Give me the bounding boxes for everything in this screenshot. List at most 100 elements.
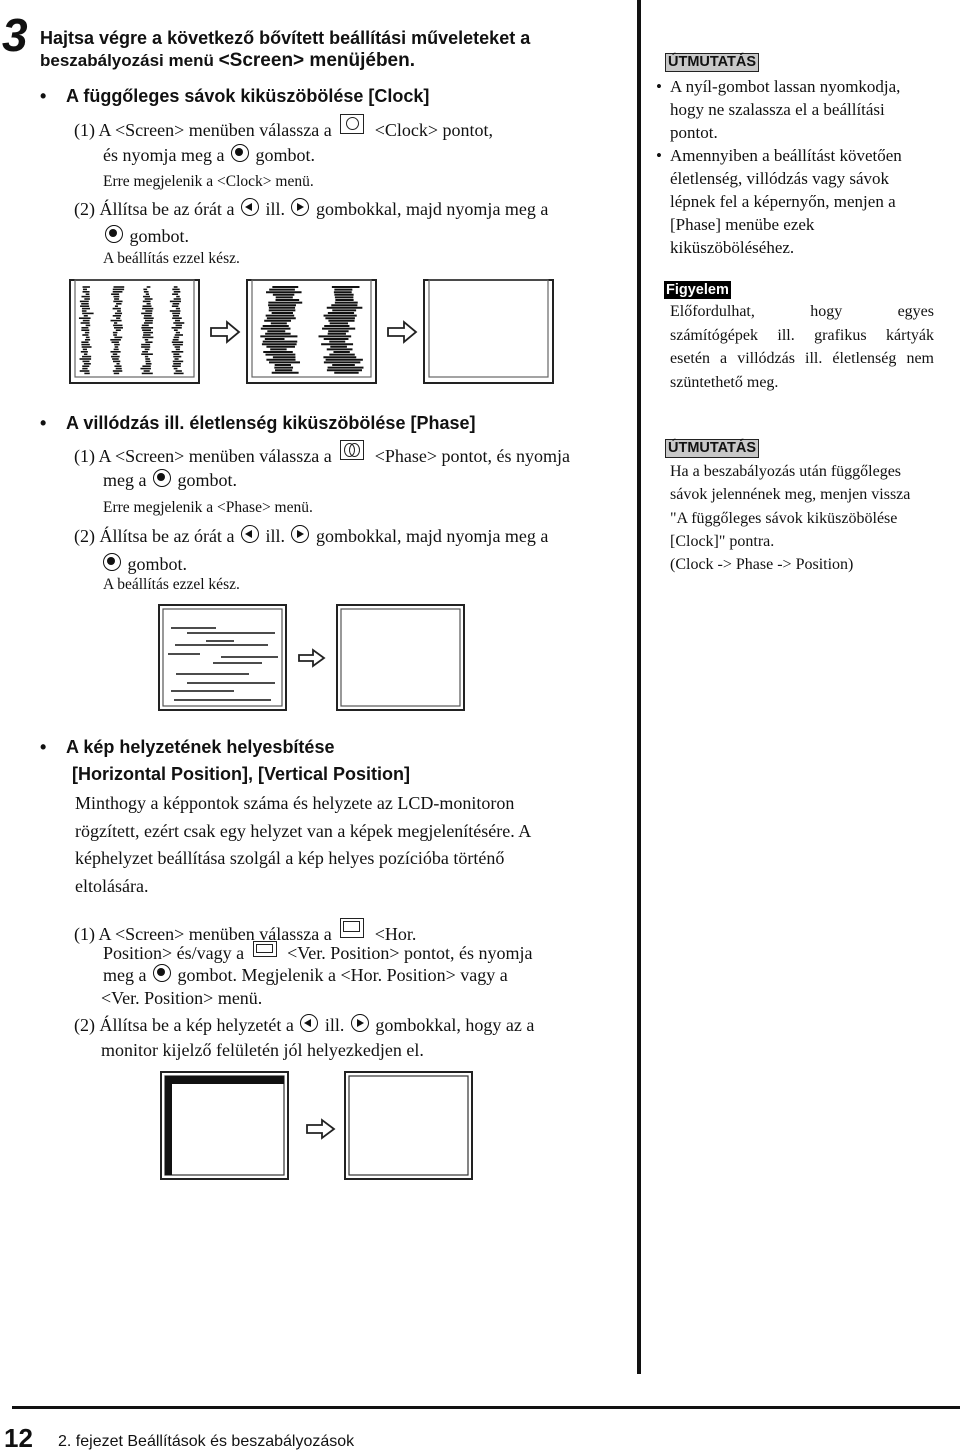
tip-line: Amennyiben a beállítást követően: [670, 146, 902, 165]
phase-step2-line2: gombot.: [101, 552, 187, 576]
chapter-title: 2. fejezet Beállítások és beszabályozáso…: [58, 1433, 355, 1450]
clock-step2: (2) Állítsa be az órát a ill. gombokkal,…: [74, 197, 548, 221]
bullet: •: [40, 737, 47, 757]
warning-line: Előfordulhat, hogy egyes: [670, 303, 934, 320]
clock-step2-text: (2) Állítsa be az órát a: [74, 199, 235, 219]
offset-image-screen: [160, 1071, 289, 1180]
warning-line: szüntethető meg.: [670, 373, 779, 391]
enter-button-icon: [152, 469, 171, 487]
clean-screen: [344, 1071, 473, 1180]
enter-button-icon: [103, 553, 121, 571]
paragraph-line: rögzített, ezért csak egy helyzet van a …: [75, 820, 532, 841]
position-heading-2: [Horizontal Position], [Vertical Positio…: [72, 764, 411, 784]
column-divider: [637, 0, 641, 1374]
wavy-bands-screen: [246, 279, 377, 384]
clock-step1-line2-suffix: gombot.: [255, 145, 315, 165]
position-illustration: [160, 1071, 473, 1180]
tip-label: ÚTMUTATÁS: [665, 439, 760, 458]
tip-line: (Clock -> Phase -> Position): [670, 556, 854, 574]
position-step2-mid: ill.: [324, 1015, 345, 1035]
tip-line: [Clock]" pontra.: [670, 532, 775, 550]
tip1-content: • A nyíl-gombot lassan nyomkodja, hogy n…: [656, 75, 946, 259]
flicker-lines-screen: [158, 604, 287, 711]
page-number: 12: [4, 1423, 33, 1453]
tip2-content: Ha a beszabályozás után függőleges sávok…: [670, 460, 910, 576]
position-step2-text: (2) Állítsa be a kép helyzetét a: [74, 1015, 294, 1035]
phase-heading: A villódzás ill. életlenség kiküszöbölés…: [66, 413, 476, 433]
arrow-icon: [210, 320, 241, 344]
tip-line: "A függőleges sávok kiküszöbölése: [670, 509, 898, 527]
phase-step1-line2-suffix: gombot.: [177, 470, 237, 490]
paragraph-line: Minthogy a képpontok száma és helyzete a…: [75, 793, 515, 813]
tip-line: pontot.: [670, 123, 718, 142]
clock-step2-suffix: gombokkal, majd nyomja meg a: [315, 199, 549, 219]
tip-line: A nyíl-gombot lassan nyomkodja,: [670, 77, 901, 96]
step-title: Hajtsa végre a következő bővített beállí…: [40, 28, 531, 48]
clock-step1-note: Erre megjelenik a <Clock> menü.: [103, 173, 314, 190]
enter-button-icon: [152, 964, 171, 982]
clock-step2-mid: ill.: [265, 199, 285, 219]
hor-position-menu-icon: [340, 918, 365, 938]
position-step1-line2: Position> és/vagy a <Ver. Position> pont…: [103, 941, 532, 965]
phase-illustration: [158, 604, 465, 711]
phase-step1-line2-text: meg a: [103, 470, 147, 490]
step-number: 3: [2, 9, 28, 61]
phase-step1-note: Erre megjelenik a <Phase> menü.: [103, 499, 313, 516]
phase-step1-line2: meg a gombot.: [103, 468, 237, 492]
position-paragraph: Minthogy a képpontok száma és helyzete a…: [75, 790, 531, 900]
position-step1-line3: meg a gombot. Megjelenik a <Hor. Positio…: [103, 963, 508, 987]
clock-step1-line2-text: és nyomja meg a: [103, 145, 225, 165]
warning-badge: Figyelem: [664, 281, 731, 299]
right-button-icon: [350, 1014, 369, 1032]
paragraph-line: eltolására.: [75, 875, 149, 896]
right-button-icon: [291, 198, 310, 216]
left-button-icon: [240, 198, 259, 216]
clock-step1-line2: és nyomja meg a gombot.: [103, 143, 315, 167]
phase-step1-suffix: <Phase> pontot, és nyomja: [374, 446, 571, 466]
step-subtitle: beszabályozási menü <Screen> menüjében.: [40, 50, 415, 72]
clock-step1-text: (1) A <Screen> menüben válassza a: [74, 120, 332, 140]
tip-line: [Phase] menübe ezek: [670, 215, 815, 234]
phase-step2-line2-text: gombot.: [127, 554, 188, 574]
ver-position-menu-icon: [252, 941, 277, 957]
clean-screen: [423, 279, 554, 384]
bullet-dot: •: [656, 146, 662, 165]
position-step1-line3-suffix: gombot. Megjelenik a <Hor. Position> vag…: [177, 965, 508, 985]
arrow-icon: [387, 320, 418, 344]
clock-menu-icon: [340, 114, 365, 134]
position-heading: A kép helyzetének helyesbítése: [66, 737, 335, 757]
phase-step2: (2) Állítsa be az órát a ill. gombokkal,…: [74, 524, 548, 548]
clean-screen: [336, 604, 465, 711]
tip-line: hogy ne szalassza el a beállítási: [670, 100, 885, 119]
bullet-dot: •: [656, 77, 662, 96]
paragraph-line: képhelyzet beállítása szolgál a kép hely…: [75, 848, 505, 868]
phase-step2-mid: ill.: [265, 526, 285, 546]
footer-rule: [12, 1406, 960, 1409]
phase-done: A beállítás ezzel kész.: [103, 576, 240, 593]
position-step1-line3-text: meg a: [103, 965, 147, 985]
bullet: •: [40, 413, 47, 433]
step-subtitle-suffix: <Screen> menüjében.: [218, 50, 415, 71]
right-button-icon: [291, 525, 310, 543]
position-step2: (2) Állítsa be a kép helyzetét a ill. go…: [74, 1013, 534, 1037]
vertical-bands-screen: [69, 279, 200, 384]
tip-line: életlenség, villódzás vagy sávok: [670, 169, 890, 188]
phase-step1: (1) A <Screen> menüben válassza a <Phase…: [74, 440, 570, 468]
tip1-bullet: • A nyíl-gombot lassan nyomkodja, hogy n…: [656, 75, 946, 144]
position-step1-line4: <Ver. Position> menü.: [101, 988, 263, 1008]
warning-content: Előfordulhat, hogy egyes számítógépek il…: [670, 300, 934, 394]
clock-step1: (1) A <Screen> menüben válassza a <Clock…: [74, 114, 493, 142]
clock-heading: A függőleges sávok kiküszöbölése [Clock]: [66, 86, 430, 106]
position-step2-suffix: gombokkal, hogy az a: [375, 1015, 535, 1035]
tip-badge: ÚTMUTATÁS: [665, 439, 760, 458]
left-button-icon: [240, 525, 259, 543]
tip1-bullet: • Amennyiben a beállítást követően életl…: [656, 144, 946, 259]
position-step2-line2: monitor kijelző felületén jól helyezkedj…: [101, 1040, 424, 1060]
phase-step2-suffix: gombokkal, majd nyomja meg a: [315, 526, 549, 546]
clock-done: A beállítás ezzel kész.: [103, 250, 240, 267]
enter-button-icon: [230, 144, 249, 162]
step-subtitle-prefix: beszabályozási menü: [40, 51, 219, 70]
phase-step2-text: (2) Állítsa be az órát a: [74, 526, 235, 546]
clock-step1-suffix: <Clock> pontot,: [374, 120, 494, 140]
tip-line: lépnek fel a képernyőn, menjen a: [670, 192, 896, 211]
